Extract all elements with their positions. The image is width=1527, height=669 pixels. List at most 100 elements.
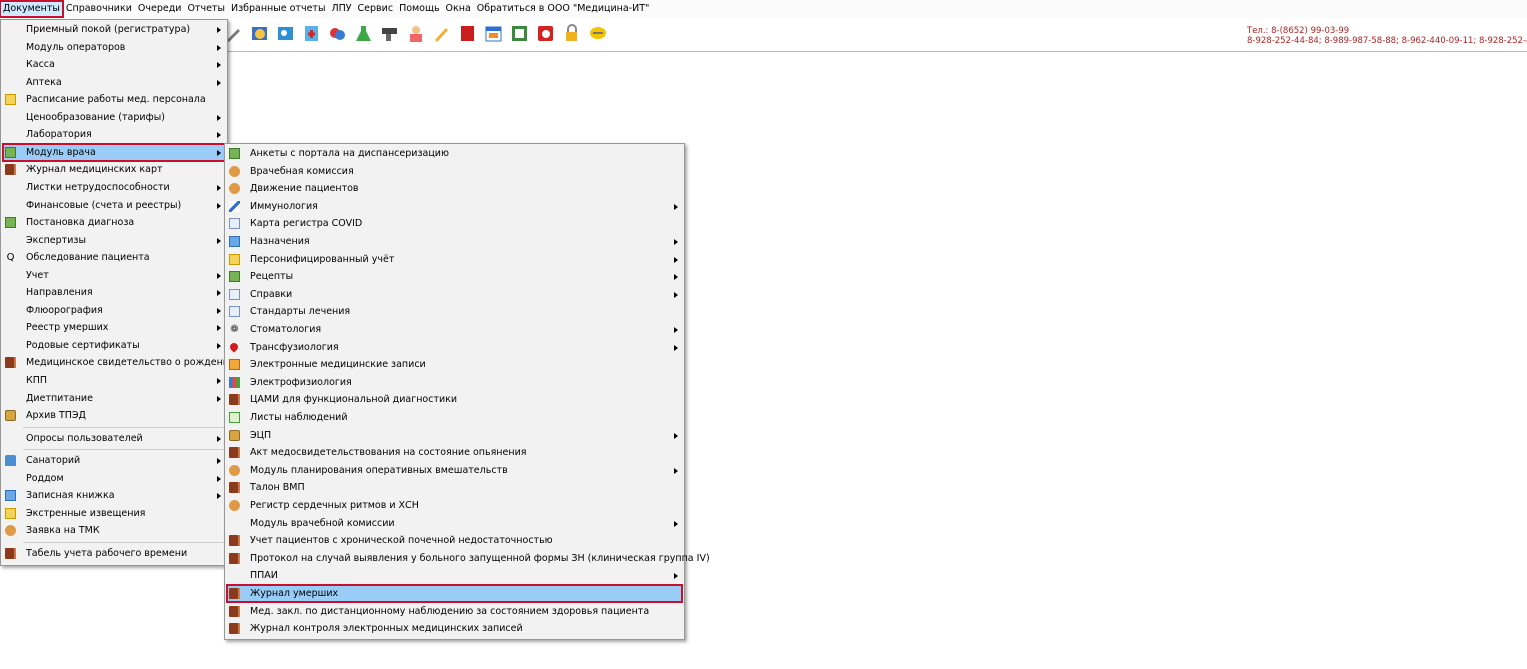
menu-item[interactable]: Рецепты xyxy=(227,268,682,285)
menu-item[interactable]: Иммунология xyxy=(227,198,682,215)
menubar-item[interactable]: Сервис xyxy=(355,1,397,17)
menu-item[interactable]: Диетпитание xyxy=(3,390,225,407)
red-book-icon[interactable] xyxy=(458,24,477,43)
menu-item[interactable]: Постановка диагноза xyxy=(3,214,225,231)
menu-item-label: Роддом xyxy=(26,472,64,484)
menu-item-label: Акт медосвидетельствования на состояние … xyxy=(250,447,527,459)
menu-item[interactable]: Лаборатория xyxy=(3,126,225,143)
submenu-arrow-icon xyxy=(674,467,678,474)
pdf-icon[interactable] xyxy=(536,24,555,43)
menu-item[interactable]: Анкеты с портала на диспансеризацию xyxy=(227,145,682,162)
chat-icon[interactable] xyxy=(588,24,607,43)
book-icon xyxy=(5,547,16,559)
menu-item[interactable]: Назначения xyxy=(227,233,682,250)
menubar-item[interactable]: Обратиться в ООО "Медицина-ИТ" xyxy=(474,1,653,17)
menu-item[interactable]: Роддом xyxy=(3,470,225,487)
nurse-icon[interactable] xyxy=(406,24,425,43)
menubar-item[interactable]: Избранные отчеты xyxy=(228,1,329,17)
menubar-item[interactable]: Отчеты xyxy=(184,1,228,17)
menu-item[interactable]: Учет пациентов с хронической почечной не… xyxy=(227,532,682,549)
menu-item-label: Движение пациентов xyxy=(250,183,359,195)
menu-item[interactable]: Листки нетрудоспособности xyxy=(3,179,225,196)
menu-item[interactable]: Записная книжка xyxy=(3,487,225,504)
menu-item[interactable]: Регистр сердечных ритмов и ХСН xyxy=(227,497,682,514)
menu-item[interactable]: Экстренные извещения xyxy=(3,505,225,522)
menu-item[interactable]: Заявка на ТМК xyxy=(3,522,225,539)
menu-item-label: Обследование пациента xyxy=(26,252,150,264)
calendar-icon[interactable] xyxy=(484,24,503,43)
pencil-icon[interactable] xyxy=(432,24,451,43)
barcode-scanner-icon[interactable] xyxy=(380,24,399,43)
menu-item[interactable]: ЭЦП xyxy=(227,427,682,444)
menu-item[interactable]: Направления xyxy=(3,284,225,301)
menu-item[interactable]: Табель учета рабочего времени xyxy=(3,545,225,562)
menu-item[interactable]: Персонифицированный учёт xyxy=(227,251,682,268)
menu-item[interactable]: ЦАМИ для функциональной диагностики xyxy=(227,391,682,408)
lab-flask-icon[interactable] xyxy=(354,24,373,43)
menubar-item[interactable]: Справочники xyxy=(63,1,135,17)
menu-item[interactable]: Протокол на случай выявления у больного … xyxy=(227,550,710,567)
contact-phones-mobile: 8-928-252-44-84; 8-989-987-58-88; 8-962-… xyxy=(1247,36,1527,46)
menu-item[interactable]: Расписание работы мед. персонала xyxy=(3,91,225,108)
menu-item[interactable]: КПП xyxy=(3,372,225,389)
menu-item[interactable]: Мед. закл. по дистанционному наблюдению … xyxy=(227,603,682,620)
menu-item[interactable]: Акт медосвидетельствования на состояние … xyxy=(227,444,682,461)
pills-icon[interactable] xyxy=(328,24,347,43)
menu-item[interactable]: Приемный покой (регистратура) xyxy=(3,21,225,38)
menu-item-label: Флюорография xyxy=(26,304,103,316)
menu-item[interactable]: Модуль врачебной комиссии xyxy=(227,515,682,532)
menu-item[interactable]: Учет xyxy=(3,267,225,284)
calendar-clock-icon[interactable] xyxy=(250,24,269,43)
menu-item[interactable]: Санаторий xyxy=(3,452,225,469)
menubar-item[interactable]: Очереди xyxy=(135,1,185,17)
menu-item[interactable]: Ценообразование (тарифы) xyxy=(3,109,225,126)
menu-item[interactable]: Модуль планирования оперативных вмешател… xyxy=(227,462,682,479)
menubar-item[interactable]: Помощь xyxy=(396,1,442,17)
menu-item[interactable]: Флюорография xyxy=(3,302,225,319)
menu-item[interactable]: Архив ТПЭД xyxy=(3,407,225,424)
submenu-arrow-icon xyxy=(217,493,221,500)
menu-item[interactable]: Журнал умерших xyxy=(226,584,683,603)
menu-item[interactable]: Касса xyxy=(3,56,225,73)
menu-item[interactable]: Опросы пользователей xyxy=(3,430,225,447)
menu-item[interactable]: Листы наблюдений xyxy=(227,409,682,426)
lock-icon[interactable] xyxy=(562,24,581,43)
menu-item[interactable]: Карта регистра COVID xyxy=(227,215,682,232)
menu-item[interactable]: Реестр умерших xyxy=(3,319,225,336)
medical-card-icon[interactable] xyxy=(302,24,321,43)
menu-item-label: Мед. закл. по дистанционному наблюдению … xyxy=(250,605,650,617)
contact-phone-main: Тел.: 8-(8652) 99-03-99 xyxy=(1247,26,1350,36)
menu-item[interactable]: Экспертизы xyxy=(3,232,225,249)
menu-item[interactable]: Модуль операторов xyxy=(3,39,225,56)
menu-item[interactable]: Аптека xyxy=(3,74,225,91)
menu-item[interactable]: Журнал медицинских карт xyxy=(3,161,225,178)
menu-item-label: Модуль врача xyxy=(26,146,96,158)
menubar-item[interactable]: ЛПУ xyxy=(328,1,354,17)
menubar-item[interactable]: Окна xyxy=(443,1,474,17)
menu-item[interactable]: Трансфузиология xyxy=(227,339,682,356)
menu-item[interactable]: Талон ВМП xyxy=(227,479,682,496)
spreadsheet-icon[interactable] xyxy=(510,24,529,43)
menu-item[interactable]: Родовые сертификаты xyxy=(3,337,225,354)
menu-item[interactable]: ППАИ xyxy=(227,567,682,584)
menu-item[interactable]: Модуль врача xyxy=(2,142,226,162)
menu-item[interactable]: ❁ Стоматология xyxy=(227,321,682,338)
menu-item[interactable]: Движение пациентов xyxy=(227,180,682,197)
submenu-arrow-icon xyxy=(217,475,221,482)
users-search-icon[interactable] xyxy=(276,24,295,43)
menu-item[interactable]: Журнал контроля электронных медицинских … xyxy=(227,620,682,637)
menu-item-label: Врачебная комиссия xyxy=(250,165,354,177)
menu-item[interactable]: Электрофизиология xyxy=(227,374,682,391)
menu-item[interactable]: Финансовые (счета и реестры) xyxy=(3,197,225,214)
contact-info: Тел.: 8-(8652) 99-03-99 8-928-252-44-84;… xyxy=(1247,26,1527,46)
submenu-arrow-icon xyxy=(217,62,221,69)
submenu-arrow-icon xyxy=(674,520,678,527)
blood-drop-icon xyxy=(228,340,240,353)
menu-item[interactable]: Врачебная комиссия xyxy=(227,163,682,180)
menubar-item[interactable]: Документы xyxy=(0,0,64,18)
menu-item[interactable]: Стандарты лечения xyxy=(227,303,682,320)
menu-item[interactable]: Электронные медицинские записи xyxy=(227,356,682,373)
menu-item[interactable]: Справки xyxy=(227,286,682,303)
menu-item[interactable]: Q Обследование пациента xyxy=(3,249,225,266)
menu-item[interactable]: Медицинское свидетельство о рождении xyxy=(3,354,235,371)
